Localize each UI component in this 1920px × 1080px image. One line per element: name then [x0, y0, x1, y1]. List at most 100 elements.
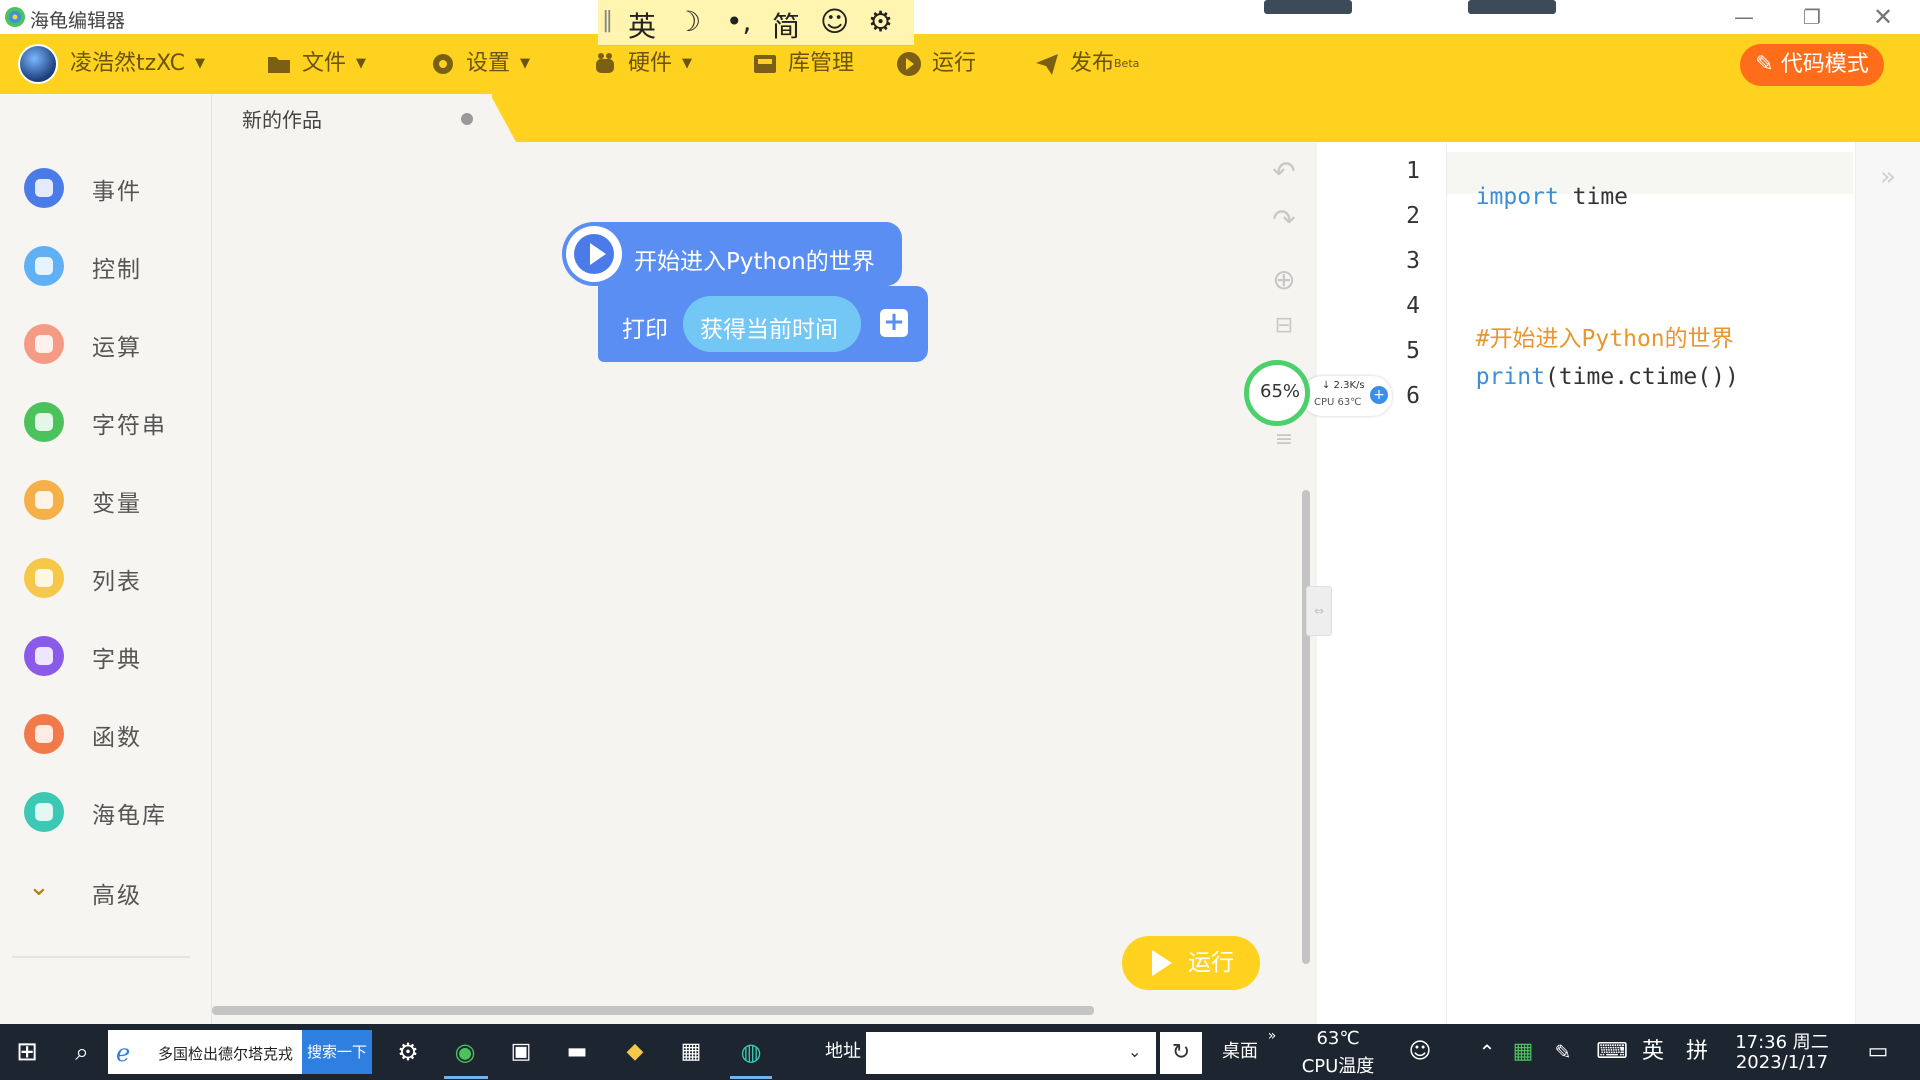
notification-icon[interactable]: ▭ — [1854, 1024, 1902, 1080]
minimize-button[interactable]: — — [1714, 2, 1774, 32]
list-icon — [24, 558, 64, 598]
emoji-icon[interactable]: ☺ — [820, 5, 849, 38]
workspace-horizontal-scrollbar[interactable] — [212, 1006, 1094, 1015]
caret-down-icon: ▼ — [195, 56, 206, 71]
sidebar-item-lists[interactable]: 列表 — [0, 548, 212, 608]
run-button[interactable]: 运行 — [1122, 936, 1260, 990]
memory-percent: 65% — [1260, 381, 1301, 402]
restore-button[interactable]: ❐ — [1782, 2, 1842, 32]
caret-down-icon: ▼ — [520, 56, 531, 71]
ime-lang-toggle[interactable]: 英 — [628, 5, 656, 45]
clock-time[interactable]: 17:36 周二 — [1726, 1028, 1838, 1054]
photos-icon[interactable]: ▣ — [496, 1024, 546, 1080]
settings-gear-icon[interactable]: ⚙ — [386, 1024, 430, 1080]
sidebar-item-dict[interactable]: 字典 — [0, 626, 212, 686]
file-menu[interactable]: 文件 ▼ — [266, 34, 366, 94]
tray-expand-icon[interactable]: ⌃ — [1470, 1024, 1504, 1080]
ime-simplified-toggle[interactable]: 简 — [772, 5, 800, 45]
publish-button[interactable]: 发布Beta — [1034, 34, 1139, 94]
ime-lang-indicator[interactable]: 英 — [1636, 1024, 1670, 1080]
variable-icon — [24, 480, 64, 520]
play-icon — [1152, 950, 1172, 976]
collapse-right-icon[interactable]: » — [1880, 162, 1896, 192]
pen-icon[interactable]: ✎ — [1546, 1024, 1580, 1080]
boost-icon[interactable]: + — [1370, 386, 1388, 404]
unsaved-dot-icon — [461, 113, 473, 125]
terminal-icon[interactable]: ▬ — [554, 1024, 600, 1080]
tab-bar: 新的作品 — [0, 94, 1920, 142]
search-icon[interactable]: ⌕ — [58, 1024, 106, 1080]
line-number: 4 — [1406, 293, 1420, 319]
taskbar-search-button[interactable]: 搜索一下 — [302, 1030, 372, 1074]
function-icon — [24, 714, 64, 754]
sidebar-item-advanced[interactable]: ⌄ 高级 — [0, 862, 212, 922]
sidebar-item-label: 函数 — [92, 725, 142, 751]
calculator-icon[interactable]: ▦ — [666, 1024, 716, 1080]
code-line: import time — [1448, 158, 1628, 210]
cpu-temperature: CPU 63℃ — [1314, 397, 1362, 408]
more-chevron-icon[interactable]: » — [1262, 1024, 1282, 1080]
browser-icon[interactable]: ◉ — [440, 1024, 490, 1080]
sidebar-item-control[interactable]: 控制 — [0, 236, 212, 296]
control-icon — [24, 246, 64, 286]
code-text: (time.ctime()) — [1544, 364, 1739, 390]
windows-start-icon[interactable]: ⊞ — [0, 1024, 54, 1080]
desktop-toolbar-label[interactable]: 桌面 — [1210, 1024, 1270, 1080]
sidebar-item-label: 控制 — [92, 257, 142, 283]
chevron-down-icon: ⌄ — [28, 872, 50, 902]
user-menu[interactable]: 凌浩然tzXC ▼ — [70, 34, 205, 94]
fit-to-screen-icon[interactable]: ⊟ — [1268, 310, 1300, 342]
add-argument-button[interactable]: + — [880, 309, 908, 337]
settings-gear-icon[interactable]: ⚙ — [868, 5, 893, 38]
performance-widget[interactable]: 65% ↓ 2.3K/s CPU 63℃ + — [1244, 360, 1392, 430]
code-line: print(time.ctime()) — [1448, 338, 1739, 390]
sidebar-item-variables[interactable]: 变量 — [0, 470, 212, 530]
people-icon[interactable]: ☺ — [1398, 1024, 1442, 1080]
turtle-editor-taskbar-icon[interactable]: ◍ — [726, 1024, 776, 1080]
block-category-sidebar: 事件 控制 运算 字符串 变量 列表 字典 函数 海龟库 ⌄ 高级 — [0, 94, 212, 1024]
refresh-icon[interactable]: ↻ — [1160, 1032, 1202, 1074]
tray-app-icon[interactable]: ▦ — [1506, 1024, 1540, 1080]
chevron-down-icon[interactable]: ⌄ — [1128, 1042, 1141, 1061]
right-rail — [1855, 142, 1920, 1024]
sidebar-item-events[interactable]: 事件 — [0, 158, 212, 218]
ime-mode-indicator[interactable]: 拼 — [1680, 1024, 1714, 1080]
active-app-indicator — [730, 1076, 772, 1079]
cpu-temp-value: 63℃ — [1316, 1028, 1360, 1049]
line-number: 3 — [1406, 248, 1420, 274]
robot-icon — [596, 53, 614, 73]
play-circle-icon — [897, 52, 921, 76]
settings-menu[interactable]: 设置 ▼ — [430, 34, 530, 94]
punctuation-icon[interactable]: •, — [726, 5, 751, 38]
code-mode-button[interactable]: ✎ 代码模式 — [1740, 44, 1884, 86]
pencil-icon: ✎ — [1755, 52, 1774, 77]
undo-icon[interactable]: ↶ — [1268, 156, 1300, 188]
python-icon[interactable]: ◆ — [610, 1024, 660, 1080]
split-drag-handle[interactable]: ⇔ — [1306, 586, 1332, 636]
sidebar-item-label: 字典 — [92, 647, 142, 673]
sidebar-item-strings[interactable]: 字符串 — [0, 392, 212, 452]
main-toolbar: 凌浩然tzXC ▼ 文件 ▼ 设置 ▼ 硬件 ▼ 库管理 运行 发布Beta ✎ 代码模… — [0, 34, 1920, 94]
moon-icon[interactable]: ☽ — [676, 5, 701, 38]
user-avatar[interactable] — [18, 44, 58, 84]
zoom-in-icon[interactable]: ⊕ — [1268, 264, 1300, 296]
sidebar-item-functions[interactable]: 函数 — [0, 704, 212, 764]
run-button-label: 运行 — [1188, 950, 1234, 976]
redo-icon[interactable]: ↷ — [1268, 204, 1300, 236]
workspace-vertical-scrollbar[interactable] — [1302, 490, 1310, 964]
clock-date[interactable]: 2023/1/17 — [1726, 1052, 1838, 1073]
thumbnail-strip — [1264, 0, 1352, 14]
library-manager-label: 库管理 — [788, 51, 855, 76]
sidebar-item-label: 运算 — [92, 335, 142, 361]
sidebar-item-turtle[interactable]: 海龟库 — [0, 782, 212, 842]
keyboard-icon[interactable]: ⌨ — [1592, 1024, 1632, 1080]
line-number: 1 — [1406, 158, 1420, 184]
thumbnail-strip — [1468, 0, 1556, 14]
close-button[interactable]: ✕ — [1853, 2, 1913, 32]
code-mode-label: 代码模式 — [1780, 52, 1869, 77]
sidebar-item-operators[interactable]: 运算 — [0, 314, 212, 374]
print-block-label: 打印 — [622, 317, 668, 343]
drag-handle-icon[interactable]: ‖ — [602, 8, 613, 33]
address-bar-input[interactable] — [866, 1032, 1156, 1074]
windows-taskbar: ⊞ ⌕ ℯ 多国检出德尔塔克戎 搜索一下 ⚙ ◉ ▣ ▬ ◆ ▦ ◍ 地址 ⌄ … — [0, 1024, 1920, 1080]
